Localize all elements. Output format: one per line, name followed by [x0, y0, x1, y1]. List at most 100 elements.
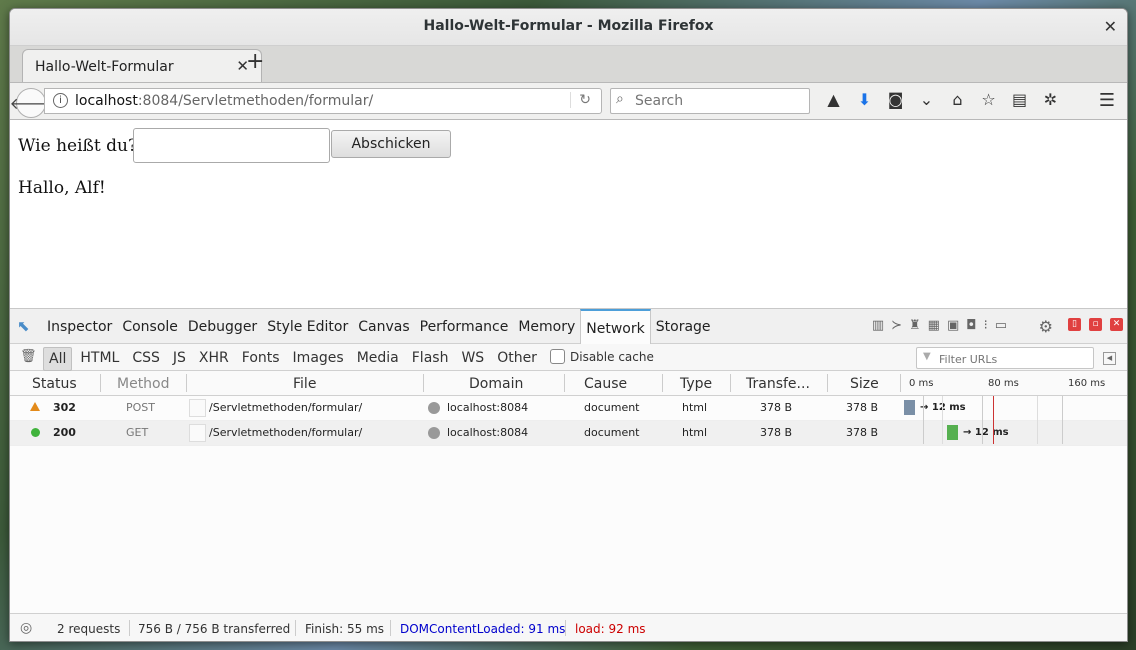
filter-tab-js[interactable]: JS — [168, 347, 191, 371]
column-header-0[interactable]: Status — [32, 376, 77, 392]
notes-icon[interactable]: ▦ — [928, 318, 940, 333]
filter-tab-other[interactable]: Other — [492, 347, 542, 371]
status-separator — [565, 620, 566, 636]
ruler-icon[interactable]: ▭ — [995, 318, 1007, 333]
filter-tab-images[interactable]: Images — [288, 347, 349, 371]
domain: localhost:8084 — [447, 401, 529, 414]
transferred: 378 B — [760, 401, 793, 414]
performance-icon[interactable]: ◎ — [20, 620, 32, 636]
column-header-3[interactable]: Domain — [469, 376, 523, 392]
request-row[interactable]: 302 POST/Servletmethoden/formular/localho… — [10, 396, 1127, 421]
file-path: /Servletmethoden/formular/ — [209, 401, 363, 414]
name-label: Wie heißt du? — [18, 136, 138, 156]
download-icon[interactable]: ⬇ — [849, 90, 880, 109]
timeline-tick: 80 ms — [988, 378, 1019, 389]
devtools-tab-inspector[interactable]: Inspector — [42, 309, 117, 343]
paintbrush-icon[interactable]: ♜ — [909, 318, 921, 333]
request-row[interactable]: 200 GET/Servletmethoden/formular/localhos… — [10, 421, 1127, 446]
column-separator — [662, 374, 663, 392]
devtools-tab-console[interactable]: Console — [117, 309, 183, 343]
column-header-7[interactable]: Size — [850, 376, 879, 392]
timeline-tick: 160 ms — [1068, 378, 1106, 389]
devtools-close-icon[interactable]: ✕ — [1110, 318, 1123, 331]
incognito-icon[interactable]: ▲ — [818, 90, 849, 109]
waterfall-timing-label: → 12 ms — [963, 427, 1009, 438]
site-info-icon[interactable]: i — [53, 93, 68, 108]
column-header-5[interactable]: Type — [680, 376, 712, 392]
window-close-button[interactable]: ✕ — [1104, 17, 1117, 36]
transferred: 378 B — [760, 426, 793, 439]
browser-tab[interactable]: Hallo-Welt-Formular ✕ — [22, 49, 262, 82]
filter-urls-input[interactable] — [937, 350, 1091, 368]
back-button[interactable]: 🡐 — [10, 88, 52, 118]
transferred-total: 756 B / 756 B transferred — [138, 622, 291, 636]
devtools-tab-memory[interactable]: Memory — [513, 309, 580, 343]
status-code: 302 — [53, 401, 76, 414]
filter-tab-ws[interactable]: WS — [456, 347, 489, 371]
filter-tab-xhr[interactable]: XHR — [194, 347, 234, 371]
column-separator — [827, 374, 828, 392]
url-bar[interactable]: i localhost:8084/Servletmethoden/formula… — [44, 88, 602, 114]
tab-label: Hallo-Welt-Formular — [35, 59, 174, 75]
devtools-tab-network[interactable]: Network — [580, 309, 651, 345]
column-header-4[interactable]: Cause — [584, 376, 627, 392]
load-time: load: 92 ms — [575, 622, 646, 636]
filter-tab-flash[interactable]: Flash — [407, 347, 454, 371]
page-content: Wie heißt du? Abschicken Hallo, Alf! — [10, 120, 1127, 308]
disable-cache-label: Disable cache — [570, 349, 654, 364]
filter-tab-html[interactable]: HTML — [75, 347, 124, 371]
column-separator — [423, 374, 424, 392]
hamburger-menu-icon[interactable]: ☰ — [1099, 90, 1115, 111]
filter-tab-fonts[interactable]: Fonts — [237, 347, 285, 371]
element-picker-icon[interactable]: ⬉ — [17, 317, 30, 335]
screenshot-icon[interactable]: ◙ — [880, 90, 911, 109]
devtools-tabs: Inspector Console Debugger Style Editor Canv… — [42, 309, 716, 345]
navigation-bar: 🡐 i localhost:8084/Servletmethoden/formu… — [10, 83, 1127, 120]
checkbox-box[interactable] — [550, 349, 565, 364]
toggle-sidebar-icon[interactable]: ◀ — [1103, 352, 1116, 365]
new-tab-button[interactable]: + — [246, 49, 264, 74]
search-bar[interactable]: ⌕ — [610, 88, 810, 114]
clear-trash-icon[interactable]: 🗑 — [20, 349, 37, 364]
column-header-1[interactable]: Method — [117, 376, 170, 392]
submit-button[interactable]: Abschicken — [331, 130, 451, 158]
home-icon[interactable]: ⌂ — [942, 90, 973, 109]
bookmarks-menu-icon[interactable]: ▤ — [1004, 90, 1035, 109]
responsive-icon[interactable]: ▣ — [947, 318, 959, 333]
filter-tab-media[interactable]: Media — [352, 347, 404, 371]
devtools-tab-canvas[interactable]: Canvas — [353, 309, 414, 343]
browser-window: Hallo-Welt-Formular - Mozilla Firefox ✕ … — [9, 8, 1128, 642]
devtools-tab-style-editor[interactable]: Style Editor — [262, 309, 353, 343]
reload-icon[interactable]: ↻ — [570, 92, 591, 108]
pocket-icon[interactable]: ⌄ — [911, 90, 942, 109]
globe-icon — [428, 402, 440, 414]
status-separator — [390, 620, 391, 636]
developer-icon[interactable]: ✲ — [1035, 90, 1066, 109]
filter-tab-css[interactable]: CSS — [127, 347, 165, 371]
file-thumbnail-icon — [189, 424, 206, 442]
column-header-2[interactable]: File — [293, 376, 316, 392]
waterfall-bar — [947, 425, 958, 440]
status-separator — [129, 620, 130, 636]
devtools-tab-debugger[interactable]: Debugger — [183, 309, 262, 343]
devtools-tab-storage[interactable]: Storage — [651, 309, 716, 343]
size: 378 B — [846, 401, 879, 414]
undock-icon[interactable]: ▫ — [1089, 318, 1102, 331]
search-input[interactable] — [633, 91, 807, 111]
scratchpad-icon[interactable]: ≻ — [891, 318, 902, 333]
bookmark-star-icon[interactable]: ☆ — [973, 90, 1004, 109]
url-text[interactable]: localhost:8084/Servletmethoden/formular/ — [75, 93, 373, 109]
devtools-tab-performance[interactable]: Performance — [415, 309, 514, 343]
column-separator — [186, 374, 187, 392]
filter-urls-field[interactable]: ▼ — [916, 347, 1094, 369]
frames-icon[interactable]: ⁝ — [984, 318, 988, 333]
split-console-icon[interactable]: ▥ — [872, 318, 884, 333]
dock-side-icon[interactable]: ▯ — [1068, 318, 1081, 331]
settings-gear-icon[interactable]: ⚙ — [1039, 317, 1053, 336]
request-list: 302 POST/Servletmethoden/formular/localho… — [10, 396, 1127, 616]
disable-cache-checkbox[interactable]: Disable cache — [550, 349, 654, 364]
column-header-6[interactable]: Transfe... — [746, 376, 810, 392]
camera-icon[interactable]: ◘ — [966, 318, 976, 333]
name-input[interactable] — [133, 128, 330, 163]
filter-tab-all[interactable]: All — [43, 347, 73, 371]
